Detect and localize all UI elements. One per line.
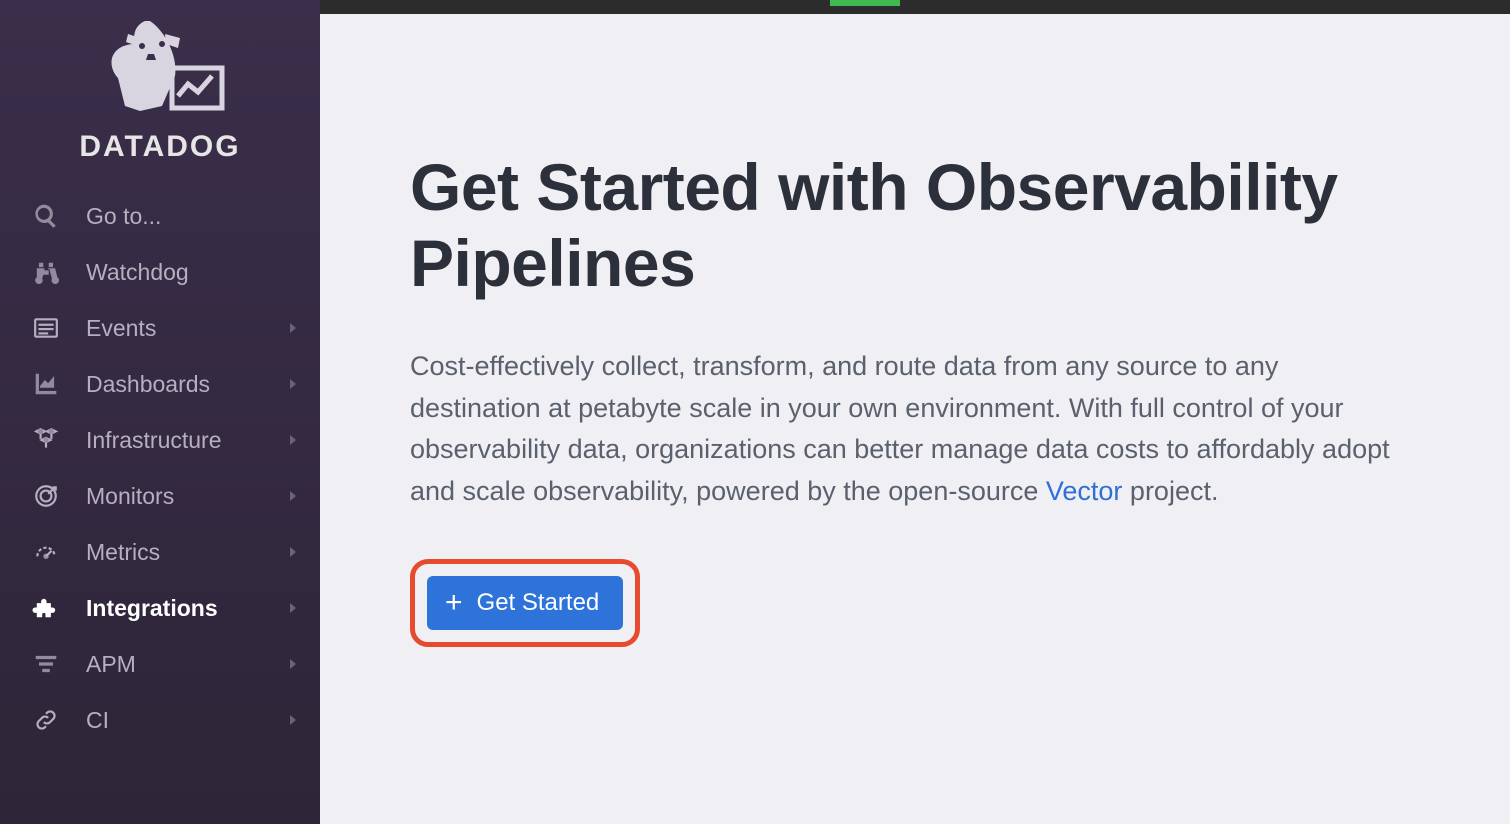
- binoculars-icon: [30, 258, 62, 286]
- description-text-pre: Cost-effectively collect, transform, and…: [410, 351, 1390, 507]
- cta-label: Get Started: [477, 589, 600, 617]
- chevron-right-icon: [290, 715, 296, 725]
- sidebar-item-label: CI: [86, 707, 109, 734]
- chevron-right-icon: [290, 491, 296, 501]
- sidebar-item-label: Metrics: [86, 539, 160, 566]
- main-content: Get Started with Observability Pipelines…: [320, 0, 1510, 824]
- sidebar-item-label: Infrastructure: [86, 427, 222, 454]
- top-bar-accent: [830, 0, 900, 6]
- get-started-button[interactable]: + Get Started: [427, 576, 623, 630]
- plus-icon: +: [445, 588, 463, 618]
- chevron-right-icon: [290, 603, 296, 613]
- search-icon: [30, 202, 62, 230]
- hex-icon: [30, 426, 62, 454]
- puzzle-icon: [30, 594, 62, 622]
- link-icon: [30, 706, 62, 734]
- sidebar-item-label: Integrations: [86, 595, 218, 622]
- sidebar-item-label: Dashboards: [86, 371, 210, 398]
- cta-highlight-ring: + Get Started: [410, 559, 640, 647]
- gauge-icon: [30, 538, 62, 566]
- chevron-right-icon: [290, 323, 296, 333]
- chevron-right-icon: [290, 659, 296, 669]
- list-icon: [30, 314, 62, 342]
- sidebar-item-label: Monitors: [86, 483, 174, 510]
- sidebar-item-label: Events: [86, 315, 156, 342]
- sidebar: DATADOG Go to... Watchdog Events Dashboards…: [0, 0, 320, 824]
- sidebar-item-dashboards[interactable]: Dashboards: [0, 356, 320, 412]
- sidebar-item-go-to[interactable]: Go to...: [0, 188, 320, 244]
- filter-icon: [30, 650, 62, 678]
- sidebar-item-events[interactable]: Events: [0, 300, 320, 356]
- page-headline: Get Started with Observability Pipelines: [410, 150, 1420, 302]
- chart-icon: [30, 370, 62, 398]
- sidebar-item-integrations[interactable]: Integrations: [0, 580, 320, 636]
- target-icon: [30, 482, 62, 510]
- top-bar: [320, 0, 1510, 14]
- sidebar-item-watchdog[interactable]: Watchdog: [0, 244, 320, 300]
- sidebar-item-ci[interactable]: CI: [0, 692, 320, 748]
- page-description: Cost-effectively collect, transform, and…: [410, 346, 1410, 513]
- chevron-right-icon: [290, 435, 296, 445]
- sidebar-item-label: Watchdog: [86, 259, 189, 286]
- brand-name: DATADOG: [0, 130, 320, 164]
- sidebar-item-apm[interactable]: APM: [0, 636, 320, 692]
- sidebar-item-infrastructure[interactable]: Infrastructure: [0, 412, 320, 468]
- datadog-logo-icon: [90, 16, 230, 126]
- vector-link[interactable]: Vector: [1046, 476, 1123, 506]
- sidebar-item-monitors[interactable]: Monitors: [0, 468, 320, 524]
- chevron-right-icon: [290, 379, 296, 389]
- logo-block: DATADOG: [0, 8, 320, 188]
- sidebar-item-label: Go to...: [86, 203, 161, 230]
- chevron-right-icon: [290, 547, 296, 557]
- description-text-post: project.: [1122, 476, 1218, 506]
- sidebar-item-metrics[interactable]: Metrics: [0, 524, 320, 580]
- sidebar-item-label: APM: [86, 651, 136, 678]
